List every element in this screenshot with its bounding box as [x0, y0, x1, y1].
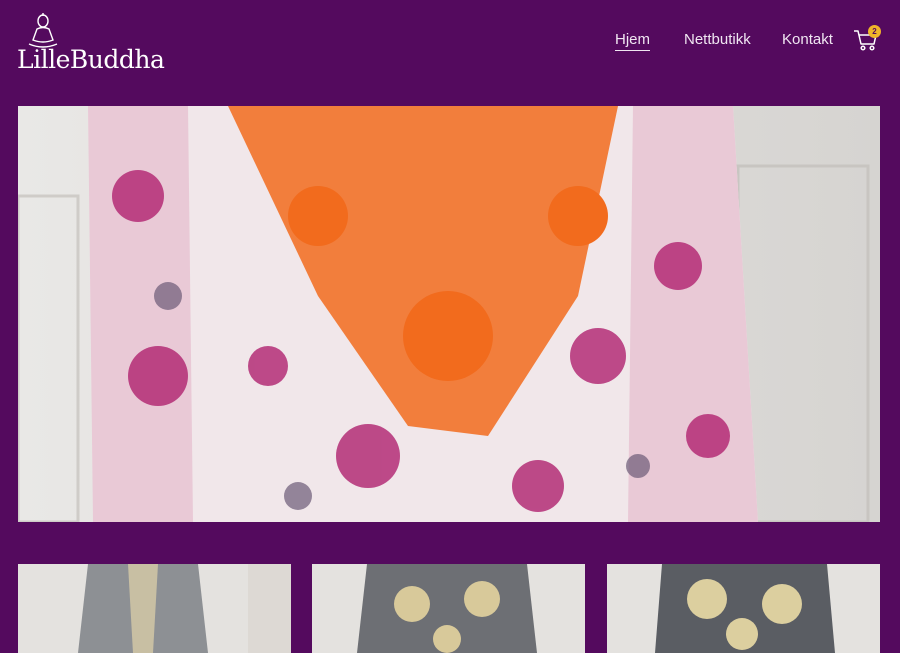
product-thumbnail[interactable] — [18, 564, 291, 653]
nav-home[interactable]: Hjem — [615, 31, 651, 51]
buddha-icon — [28, 13, 58, 48]
hero-image[interactable] — [18, 106, 880, 522]
nav-shop[interactable]: Nettbutikk — [684, 31, 751, 48]
brand-name: LilleBuddha — [17, 45, 165, 74]
product-thumbnail[interactable] — [607, 564, 880, 653]
logo[interactable]: LilleBuddha — [17, 10, 165, 74]
cart-count-badge: 2 — [868, 25, 881, 38]
site-header: LilleBuddha Hjem Nettbutikk Kontakt 2 — [0, 0, 900, 90]
product-thumbnail[interactable] — [312, 564, 585, 653]
nav-contact[interactable]: Kontakt — [782, 31, 833, 48]
cart-button[interactable]: 2 — [853, 25, 883, 55]
